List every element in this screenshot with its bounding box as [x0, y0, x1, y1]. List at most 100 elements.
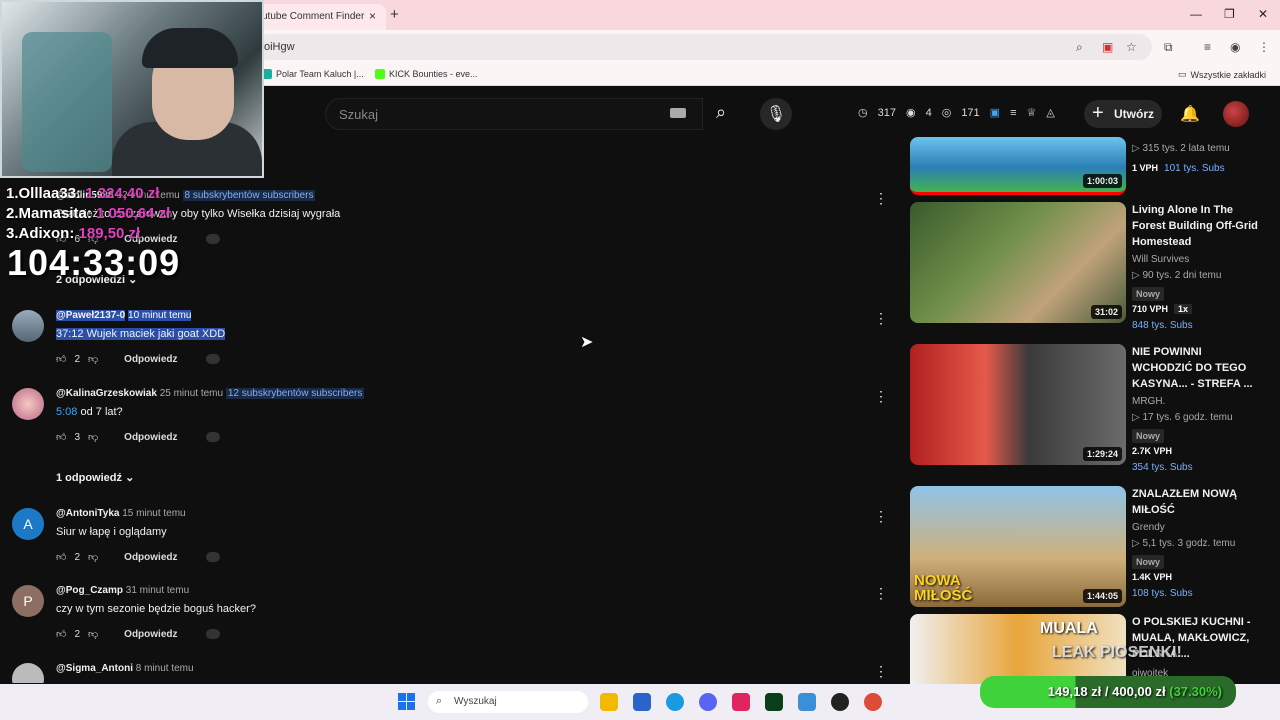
- video-title[interactable]: Living Alone In The Forest Building Off-…: [1132, 202, 1262, 250]
- account-avatar[interactable]: [1223, 101, 1249, 127]
- all-bookmarks[interactable]: ▭ Wszystkie zakładki: [1178, 69, 1266, 80]
- video-title[interactable]: ZNALAZŁEM NOWĄ MIŁOŚĆ: [1132, 486, 1262, 518]
- tab-close-icon[interactable]: ×: [369, 9, 376, 23]
- comment-time[interactable]: 15 minut temu: [122, 508, 185, 519]
- comment-time[interactable]: 25 minut temu: [160, 388, 223, 399]
- app-icon[interactable]: [798, 693, 816, 711]
- create-button[interactable]: + Utwórz: [1084, 100, 1162, 128]
- extension-icon[interactable]: [205, 354, 220, 364]
- comment-menu-icon[interactable]: ⋮: [874, 508, 888, 525]
- voice-search-button[interactable]: 🎙: [760, 98, 792, 130]
- taskbar-search-placeholder: Wyszukaj: [454, 696, 497, 707]
- tiktok-icon[interactable]: [732, 693, 750, 711]
- list-icon[interactable]: ≡: [1010, 107, 1016, 119]
- comment-menu-icon[interactable]: ⋮: [874, 310, 888, 327]
- avatar[interactable]: [12, 310, 44, 342]
- reply-button[interactable]: Odpowiedz: [124, 354, 177, 365]
- video-thumbnail[interactable]: 31:02: [910, 202, 1126, 323]
- comment-header: @AntoniTyka 15 minut temu: [56, 508, 186, 519]
- channel-name[interactable]: Grendy: [1132, 522, 1165, 533]
- search-button[interactable]: ⌕: [703, 98, 739, 130]
- comment-menu-icon[interactable]: ⋮: [874, 663, 888, 680]
- minimize-icon[interactable]: —: [1190, 7, 1202, 21]
- discord-icon[interactable]: [699, 693, 717, 711]
- like-icon[interactable]: 👍︎: [56, 551, 66, 563]
- all-bookmarks-label: Wszystkie zakładki: [1190, 69, 1267, 80]
- taskbar-search-input[interactable]: ⌕ Wyszukaj: [428, 691, 588, 713]
- comment-menu-icon[interactable]: ⋮: [874, 585, 888, 602]
- replies-toggle[interactable]: 1 odpowiedź ⌄: [56, 471, 134, 484]
- file-explorer-icon[interactable]: [600, 693, 618, 711]
- profile-icon[interactable]: ◉: [1230, 40, 1240, 54]
- trophy-icon[interactable]: ♕: [1027, 106, 1037, 119]
- comment-time[interactable]: 31 minut temu: [126, 585, 189, 596]
- alert-icon[interactable]: ◬: [1046, 106, 1054, 119]
- like-icon[interactable]: 👍︎: [56, 431, 66, 443]
- timestamp-link[interactable]: 37:12: [56, 328, 84, 340]
- reply-button[interactable]: Odpowiedz: [124, 552, 177, 563]
- video-meta-text: 5,1 tys. 3 godz. temu: [1142, 538, 1236, 549]
- avatar[interactable]: [12, 388, 44, 420]
- comment-author[interactable]: @Sigma_Antoni: [56, 663, 133, 674]
- timestamp-link[interactable]: 5:08: [56, 406, 77, 418]
- channel-name[interactable]: MRGH.: [1132, 396, 1165, 407]
- extension-icon[interactable]: [205, 629, 220, 639]
- new-tab-icon[interactable]: +: [390, 6, 399, 23]
- search-input[interactable]: Szukaj: [325, 98, 703, 130]
- reply-button[interactable]: Odpowiedz: [124, 432, 177, 443]
- maximize-icon[interactable]: ❐: [1224, 7, 1235, 21]
- bookmark-item[interactable]: Polar Team Kaluch |...: [262, 69, 364, 79]
- dislike-icon[interactable]: 👎︎: [88, 551, 98, 563]
- app-icon[interactable]: [765, 693, 783, 711]
- extension-icon[interactable]: ▣: [990, 106, 1000, 119]
- dislike-icon[interactable]: 👎︎: [88, 431, 98, 443]
- comment-author[interactable]: @Paweł2137-0: [56, 310, 126, 321]
- comment-time[interactable]: 10 minut temu: [128, 310, 192, 321]
- video-meta-text: 315 tys. 2 lata temu: [1142, 143, 1230, 154]
- comment-menu-icon[interactable]: ⋮: [874, 388, 888, 405]
- extension-icon[interactable]: [205, 552, 220, 562]
- obs-icon[interactable]: [831, 693, 849, 711]
- address-bar[interactable]: oiHgw: [256, 34, 1152, 60]
- comment-author[interactable]: @AntoniTyka: [56, 508, 119, 519]
- close-window-icon[interactable]: ✕: [1258, 7, 1268, 21]
- edge-icon[interactable]: [666, 693, 684, 711]
- webcam-chair: [22, 32, 112, 172]
- comment-time[interactable]: 8 minut temu: [136, 663, 194, 674]
- keyboard-icon[interactable]: [670, 108, 686, 118]
- bookmark-item[interactable]: KICK Bounties - eve...: [375, 69, 478, 79]
- leaderboard-entry: 2.Mamasita: 1 050,64 zł: [6, 205, 170, 222]
- extension-icon[interactable]: [205, 432, 220, 442]
- zoom-icon[interactable]: ⌕: [1076, 40, 1083, 55]
- extensions-icon[interactable]: ⧉: [1164, 40, 1173, 55]
- channel-name[interactable]: Will Survives: [1132, 254, 1189, 265]
- avatar[interactable]: P: [12, 585, 44, 617]
- video-thumbnail[interactable]: NOWA MIŁOŚĆ 1:44:05: [910, 486, 1126, 607]
- bookmark-star-icon[interactable]: ☆: [1126, 40, 1137, 54]
- extension-icon[interactable]: [205, 234, 220, 244]
- like-icon[interactable]: 👍︎: [56, 628, 66, 640]
- avatar[interactable]: [12, 663, 44, 683]
- store-icon[interactable]: [633, 693, 651, 711]
- stat-value: 4: [925, 106, 932, 119]
- video-title[interactable]: NIE POWINNI WCHODZIĆ DO TEGO KASYNA... -…: [1132, 344, 1262, 392]
- video-meta-text: 90 tys. 2 dni temu: [1142, 270, 1222, 281]
- media-icon[interactable]: ≡: [1204, 40, 1211, 54]
- comment-menu-icon[interactable]: ⋮: [874, 190, 888, 207]
- windows-start-icon[interactable]: [398, 693, 416, 711]
- video-thumbnail[interactable]: 1:29:24: [910, 344, 1126, 465]
- dislike-icon[interactable]: 👎︎: [88, 353, 98, 365]
- chrome-icon[interactable]: [864, 693, 882, 711]
- browser-menu-icon[interactable]: ⋮: [1258, 40, 1270, 54]
- like-filled-icon[interactable]: 👍︎: [56, 353, 66, 365]
- comment-author[interactable]: @KalinaGrzeskowiak: [56, 388, 157, 399]
- notifications-bell-icon[interactable]: 🔔: [1180, 104, 1200, 124]
- cast-icon[interactable]: ▣: [1102, 40, 1113, 54]
- dislike-icon[interactable]: 👎︎: [88, 628, 98, 640]
- reply-button[interactable]: Odpowiedz: [124, 629, 177, 640]
- avatar[interactable]: A: [12, 508, 44, 540]
- video-thumbnail[interactable]: 1:00:03: [910, 137, 1126, 195]
- browser-tab[interactable]: utube Comment Finder ×: [250, 4, 386, 30]
- comment-author[interactable]: @Pog_Czamp: [56, 585, 123, 596]
- mic-icon: 🎙: [765, 106, 787, 123]
